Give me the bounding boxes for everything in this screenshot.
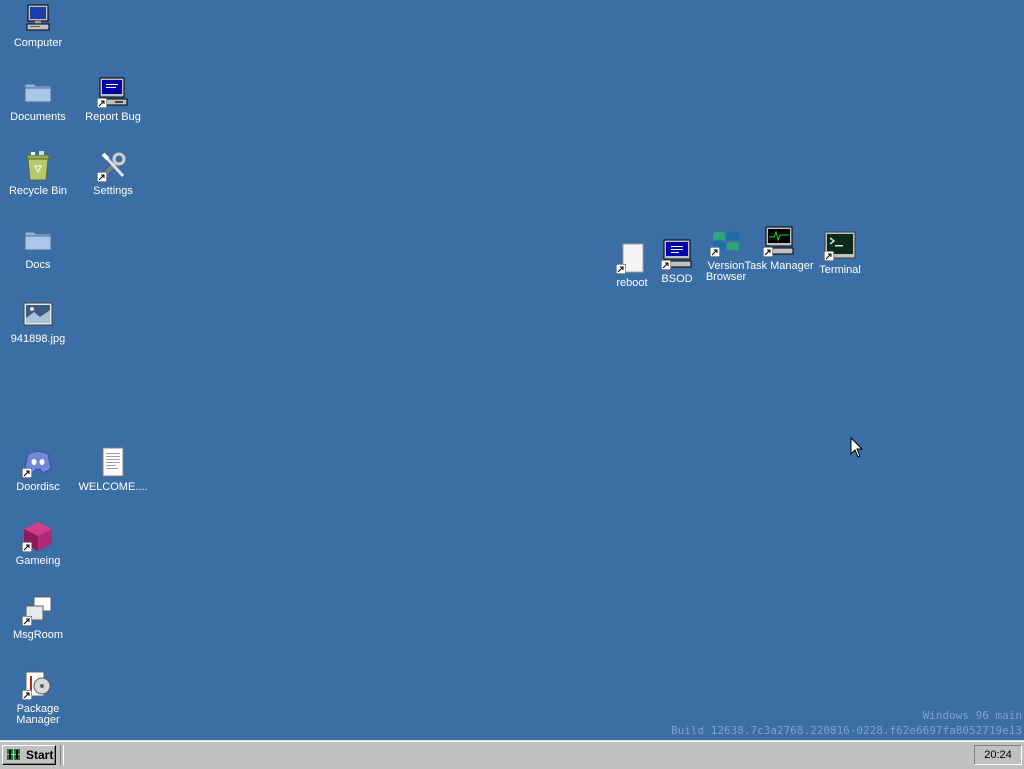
- computer-icon: [22, 2, 54, 34]
- package-icon: [22, 668, 54, 700]
- cube-icon: [22, 520, 54, 552]
- desktop-icon-docs[interactable]: Docs: [1, 224, 75, 271]
- system-tray[interactable]: 20:24: [974, 745, 1022, 765]
- desktop-icon-label: WELCOME....: [78, 481, 148, 493]
- discord-icon: [22, 446, 54, 478]
- start-label: Start: [26, 748, 54, 762]
- shortcut-arrow-icon: [22, 542, 32, 552]
- desktop-icon-computer[interactable]: Computer: [1, 2, 75, 49]
- desktop-icon-report-bug[interactable]: Report Bug: [76, 76, 150, 123]
- shortcut-arrow-icon: [661, 260, 671, 270]
- desktop-icon-label: Gameing: [15, 555, 61, 567]
- desktop-icon-label: Report Bug: [85, 111, 141, 123]
- desktop-icon-package-manager[interactable]: Package Manager: [1, 668, 75, 726]
- chat-windows-icon: [22, 594, 54, 626]
- watermark-line-1: Windows 96 main: [922, 709, 1022, 722]
- desktop[interactable]: Computer Documents Report Bug Recycle Bi…: [0, 0, 1024, 740]
- shortcut-arrow-icon: [97, 172, 107, 182]
- desktop-icon-label: Doordisc: [16, 481, 60, 493]
- terminal-icon: [824, 229, 856, 261]
- shortcut-arrow-icon: [763, 247, 773, 257]
- desktop-icon-gameing[interactable]: Gameing: [1, 520, 75, 567]
- desktop-icon-documents[interactable]: Documents: [1, 76, 75, 123]
- tools-icon: [97, 150, 129, 182]
- windows-logo-icon: [6, 748, 22, 762]
- shortcut-arrow-icon: [710, 247, 720, 257]
- shortcut-arrow-icon: [22, 468, 32, 478]
- desktop-icon-label: Terminal: [819, 264, 861, 276]
- windows-flag-icon: [710, 225, 742, 257]
- shortcut-arrow-icon: [616, 264, 626, 274]
- folder-icon: [22, 76, 54, 108]
- taskbar: Start 20:24: [0, 740, 1024, 769]
- computer-icon: [97, 76, 129, 108]
- text-document-icon: [97, 446, 129, 478]
- start-button[interactable]: Start: [2, 745, 56, 765]
- shortcut-arrow-icon: [97, 98, 107, 108]
- shortcut-arrow-icon: [22, 690, 32, 700]
- mouse-pointer-icon: [850, 437, 864, 458]
- desktop-icon-label: Recycle Bin: [8, 185, 68, 197]
- desktop-icon-label: Computer: [13, 37, 63, 49]
- desktop-icon-terminal[interactable]: Terminal: [804, 229, 876, 276]
- watermark-line-2: Build 12638.7c3a2768.220816-0228.f62e669…: [671, 724, 1022, 737]
- folder-icon: [22, 224, 54, 256]
- desktop-icon-label: Package Manager: [16, 703, 60, 726]
- desktop-icon-image-file[interactable]: 941898.jpg: [1, 298, 75, 345]
- desktop-icon-label: MsgRoom: [12, 629, 64, 641]
- desktop-icon-label: Documents: [10, 111, 66, 123]
- image-file-icon: [22, 298, 54, 330]
- desktop-icon-label: Docs: [25, 259, 51, 271]
- taskbar-separator: [60, 745, 64, 765]
- shortcut-arrow-icon: [22, 616, 32, 626]
- computer-icon: [661, 238, 693, 270]
- task-manager-icon: [763, 225, 795, 257]
- shortcut-arrow-icon: [824, 251, 834, 261]
- desktop-icon-label: Settings: [93, 185, 133, 197]
- desktop-icon-welcome[interactable]: WELCOME....: [76, 446, 150, 493]
- desktop-icon-doordisc[interactable]: Doordisc: [1, 446, 75, 493]
- recycle-bin-icon: [22, 150, 54, 182]
- build-watermark: Windows 96 main Build 12638.7c3a2768.220…: [671, 708, 1022, 738]
- clock[interactable]: 20:24: [984, 749, 1012, 761]
- desktop-icon-settings[interactable]: Settings: [76, 150, 150, 197]
- desktop-icon-recycle-bin[interactable]: Recycle Bin: [1, 150, 75, 197]
- desktop-icon-label: 941898.jpg: [10, 333, 66, 345]
- desktop-icon-msgroom[interactable]: MsgRoom: [1, 594, 75, 641]
